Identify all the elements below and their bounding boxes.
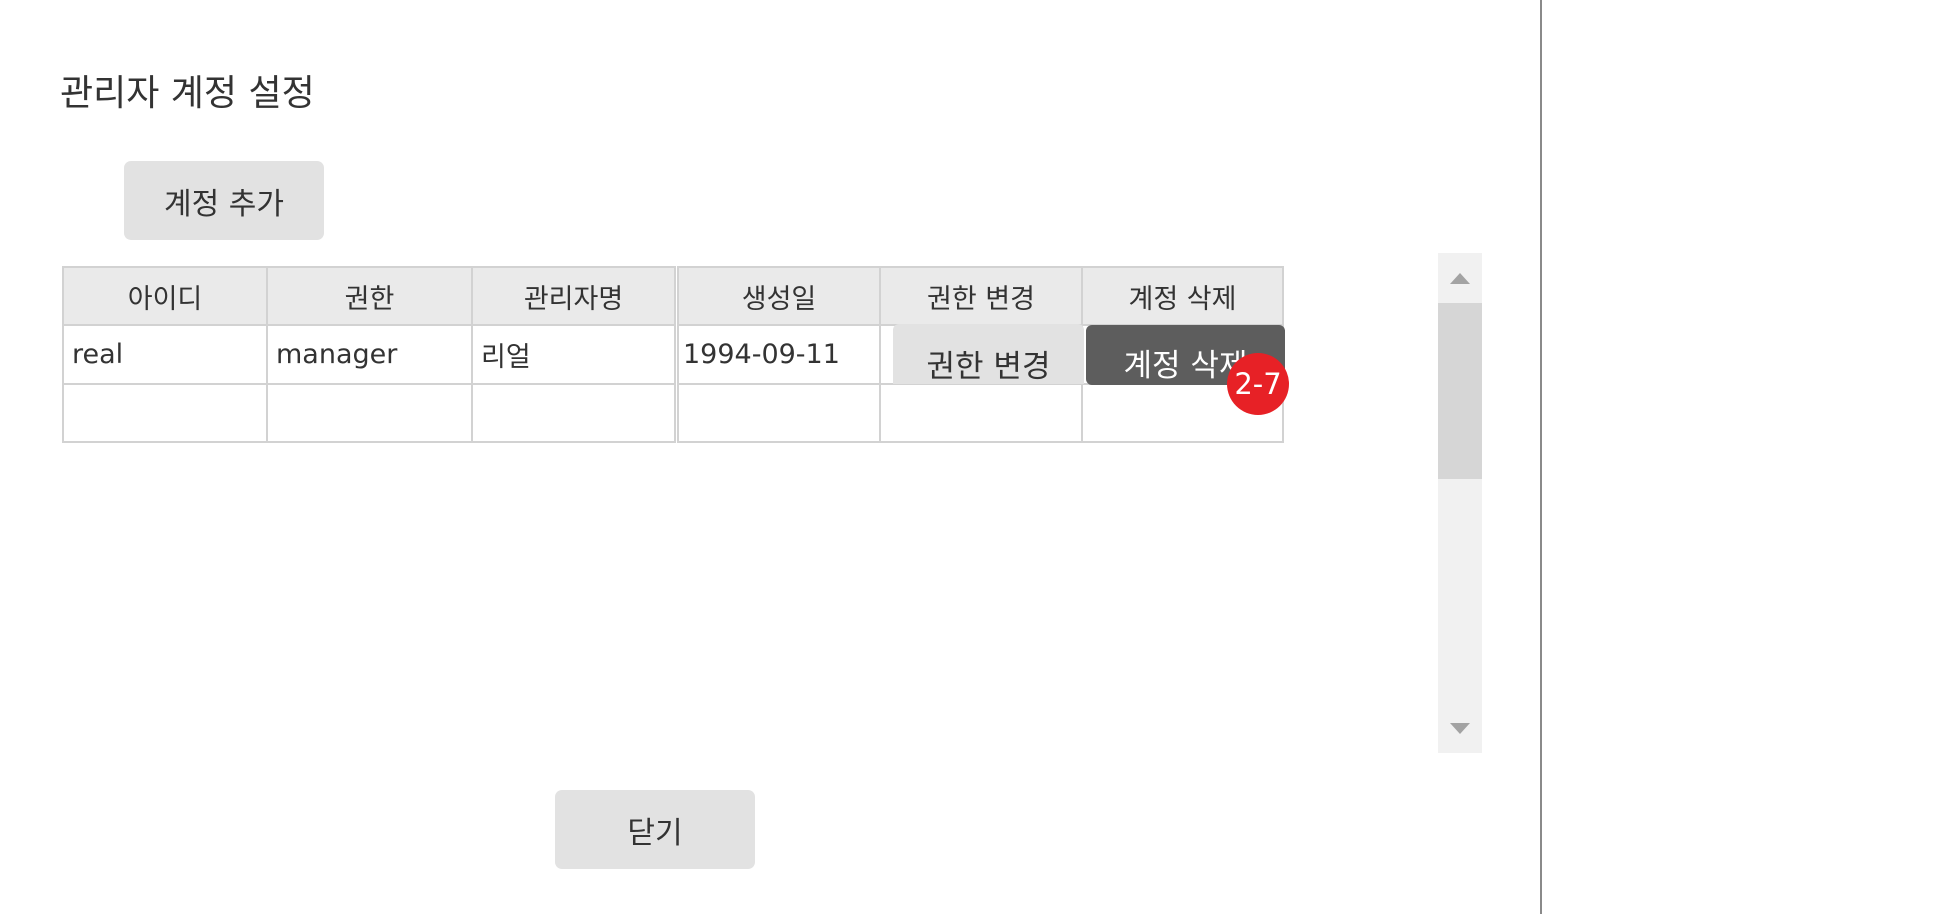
scroll-down-button[interactable] — [1438, 703, 1482, 753]
column-header-created-date: 생성일 — [677, 266, 881, 326]
column-header-change-role: 권한 변경 — [879, 266, 1083, 326]
vertical-scrollbar[interactable] — [1438, 253, 1482, 753]
column-header-role: 권한 — [266, 266, 473, 326]
column-header-delete-account: 계정 삭제 — [1081, 266, 1284, 326]
page-title: 관리자 계정 설정 — [60, 73, 315, 114]
table-cell-created-date: 1994-09-11 — [677, 324, 881, 385]
add-account-button[interactable]: 계정 추가 — [124, 161, 324, 240]
table-cell-admin-name: 리얼 — [471, 324, 676, 385]
table-cell-id: real — [62, 324, 268, 385]
triangle-up-icon — [1450, 272, 1470, 284]
close-button[interactable]: 닫기 — [555, 790, 755, 869]
admin-account-settings-page: 관리자 계정 설정 계정 추가 아이디 권한 관리자명 생성일 권한 변경 계정… — [0, 0, 1956, 914]
column-header-id: 아이디 — [62, 266, 268, 326]
triangle-down-icon — [1450, 722, 1470, 734]
table-cell-empty — [62, 383, 268, 443]
column-header-admin-name: 관리자명 — [471, 266, 676, 326]
panel-divider — [1540, 0, 1542, 914]
table-cell-empty — [677, 383, 881, 443]
table-cell-empty — [879, 383, 1083, 443]
scroll-up-button[interactable] — [1438, 253, 1482, 303]
annotation-badge: 2-7 — [1227, 353, 1289, 415]
table-cell-role: manager — [266, 324, 473, 385]
table-cell-empty — [266, 383, 473, 443]
scrollbar-thumb[interactable] — [1438, 303, 1482, 479]
change-role-button[interactable]: 권한 변경 — [893, 324, 1084, 385]
table-cell-empty — [471, 383, 676, 443]
